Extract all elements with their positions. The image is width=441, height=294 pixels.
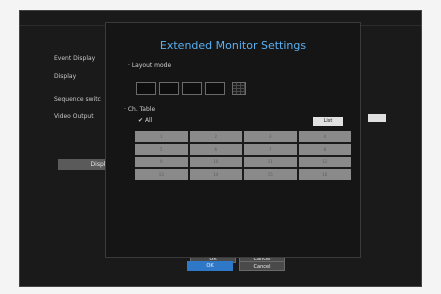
layout-option-1x1[interactable] xyxy=(136,82,156,95)
checkmark-icon: ✔ xyxy=(138,117,145,124)
menu-item-event-display[interactable]: Event Display xyxy=(54,55,95,62)
channel-cell[interactable]: 13 xyxy=(135,169,188,180)
channel-cell[interactable]: 12 xyxy=(298,156,351,168)
channel-cell[interactable]: 7 xyxy=(244,143,297,155)
channel-cell[interactable]: 4 xyxy=(298,131,351,142)
channel-cell[interactable]: 8 xyxy=(298,143,351,155)
channel-cell[interactable]: 10 xyxy=(189,156,242,168)
layout-option-5x5[interactable] xyxy=(232,82,246,95)
channel-cell[interactable]: 5 xyxy=(135,143,188,155)
background-small-button[interactable] xyxy=(368,114,386,122)
channel-cell[interactable]: 6 xyxy=(189,143,242,155)
channel-cell[interactable]: 2 xyxy=(189,131,242,142)
layout-mode-label: · Layout mode xyxy=(128,62,172,69)
ok-button[interactable]: OK xyxy=(187,261,233,271)
list-button[interactable]: List xyxy=(313,117,343,126)
dialog-title: Extended Monitor Settings xyxy=(159,39,307,52)
channel-cell[interactable]: 15 xyxy=(244,169,297,180)
all-checkbox[interactable]: ✔ All xyxy=(138,117,152,124)
channel-cell[interactable]: 16 xyxy=(298,169,351,180)
channel-table: 1 2 3 4 5 6 7 8 9 10 11 12 13 14 15 16 xyxy=(135,131,351,180)
cancel-button[interactable]: Cancel xyxy=(239,261,285,271)
menu-item-display[interactable]: Display xyxy=(54,73,76,80)
ch-table-label: · Ch. Table xyxy=(124,106,156,113)
menu-item-video-output[interactable]: Video Output xyxy=(54,113,94,120)
layout-option-3x3[interactable] xyxy=(182,82,202,95)
channel-cell[interactable]: 3 xyxy=(244,131,297,142)
menu-item-sequence-switch[interactable]: Sequence switc xyxy=(54,96,101,103)
channel-cell[interactable]: 1 xyxy=(135,131,188,142)
channel-cell[interactable]: 11 xyxy=(244,156,297,168)
channel-cell[interactable]: 9 xyxy=(135,156,188,168)
layout-option-2x2[interactable] xyxy=(159,82,179,95)
channel-cell[interactable]: 14 xyxy=(189,169,242,180)
layout-option-4x4[interactable] xyxy=(205,82,225,95)
